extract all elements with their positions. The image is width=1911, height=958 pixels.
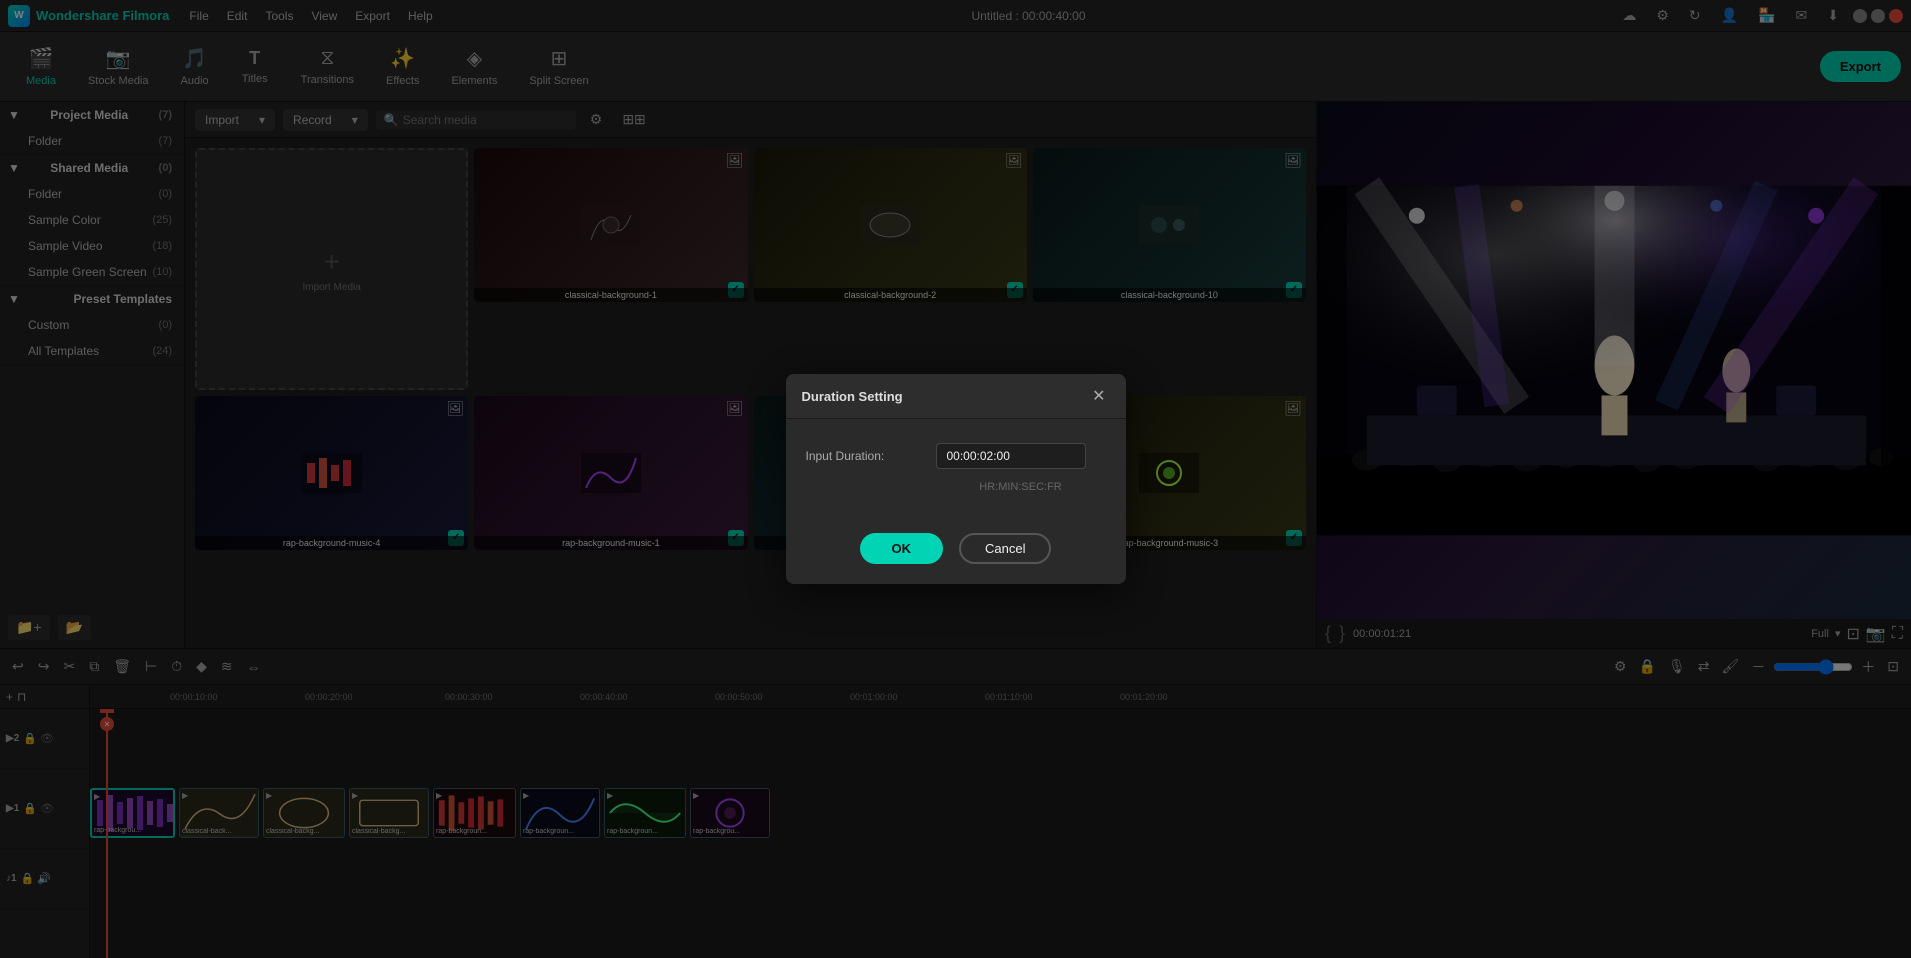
modal-cancel-button[interactable]: Cancel bbox=[959, 533, 1051, 564]
modal-header: Duration Setting ✕ bbox=[786, 374, 1126, 419]
modal-input-label: Input Duration: bbox=[806, 449, 936, 463]
modal-body: Input Duration: HR:MIN:SEC:FR bbox=[786, 419, 1126, 517]
modal-overlay[interactable]: Duration Setting ✕ Input Duration: HR:MI… bbox=[0, 0, 1911, 958]
duration-input[interactable] bbox=[936, 443, 1086, 469]
modal-input-row: Input Duration: bbox=[806, 443, 1106, 469]
modal-title: Duration Setting bbox=[802, 389, 903, 404]
modal-ok-button[interactable]: OK bbox=[860, 533, 944, 564]
duration-setting-modal: Duration Setting ✕ Input Duration: HR:MI… bbox=[786, 374, 1126, 584]
modal-hint: HR:MIN:SEC:FR bbox=[936, 481, 1106, 493]
modal-footer: OK Cancel bbox=[786, 517, 1126, 584]
modal-close-button[interactable]: ✕ bbox=[1088, 386, 1109, 406]
